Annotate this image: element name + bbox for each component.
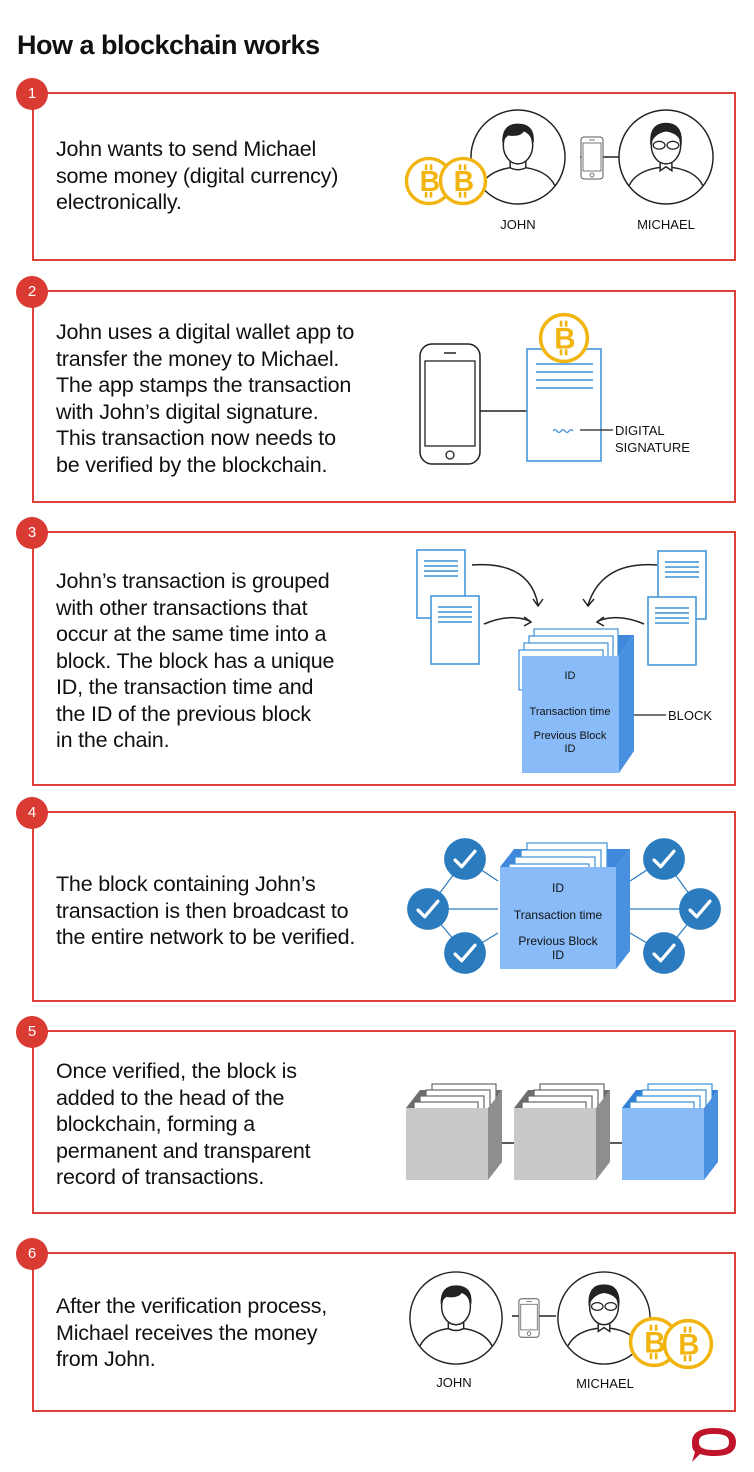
michael-label: MICHAEL xyxy=(576,1376,634,1391)
smartphone-icon xyxy=(580,136,604,180)
step-description: After the verification process, Michael … xyxy=(56,1294,328,1371)
john-label: JOHN xyxy=(436,1375,471,1390)
verified-node-check-icon xyxy=(678,887,722,931)
bitcoin-coin-icon xyxy=(662,1318,714,1370)
block-previous-id-label: ID xyxy=(565,743,576,755)
step-4: 4 The block containing John’s transactio… xyxy=(16,797,736,1002)
michael-avatar-icon xyxy=(618,109,714,205)
step-description: John wants to send Michael some money (d… xyxy=(56,137,339,214)
verified-node-check-icon xyxy=(443,931,487,975)
step-description: Once verified, the block is added to the… xyxy=(56,1059,311,1189)
digital-signature-label: DIGITAL xyxy=(615,423,665,438)
block-previous-id-label: Previous Block xyxy=(534,730,607,742)
digital-signature-label: SIGNATURE xyxy=(615,440,690,455)
step-2: 2 John uses a digital wallet app to tran… xyxy=(16,276,736,503)
john-avatar-icon xyxy=(409,1271,503,1365)
block-time-label: Transaction time xyxy=(530,706,611,718)
network-broadcast-illustration: ID Transaction time Previous Block ID xyxy=(406,837,722,975)
verified-node-check-icon xyxy=(406,887,450,931)
transaction-document-icon xyxy=(430,595,480,665)
step-number-badge: 1 xyxy=(16,78,48,110)
bitcoin-coin-icon xyxy=(438,156,488,206)
michael-receives-illustration: JOHN MICHAEL xyxy=(409,1271,714,1391)
arrows xyxy=(471,563,658,627)
step-number-badge: 4 xyxy=(16,797,48,829)
block-callout-label: BLOCK xyxy=(668,708,712,723)
transaction-document-icon xyxy=(647,596,697,666)
verified-node-check-icon xyxy=(642,931,686,975)
michael-label: MICHAEL xyxy=(637,217,695,232)
digital-wallet-illustration: DIGITAL SIGNATURE xyxy=(419,312,690,465)
block-grouping-illustration: ID Transaction time Previous Block ID BL… xyxy=(416,549,712,773)
step-number-badge: 6 xyxy=(16,1238,48,1270)
step-3: 3 John’s transaction is grouped with oth… xyxy=(16,517,736,786)
step-5: 5 Once verified, the block is added to t… xyxy=(16,1016,736,1214)
block-id-label: ID xyxy=(552,881,564,895)
page-title: How a blockchain works xyxy=(17,30,320,60)
john-label: JOHN xyxy=(500,217,535,232)
new-head-block-icon xyxy=(622,1083,718,1180)
step-number-badge: 2 xyxy=(16,276,48,308)
block-previous-id-label: Previous Block xyxy=(518,934,598,948)
john-sends-michael-illustration: JOHN MICHAEL xyxy=(404,109,714,232)
step-description: The block containing John’s transaction … xyxy=(56,872,356,949)
block-box-icon xyxy=(500,842,630,969)
transaction-document-icon xyxy=(526,348,602,462)
block-time-label: Transaction time xyxy=(514,908,603,922)
step-6: 6 After the verification process, Michae… xyxy=(16,1238,736,1412)
smartphone-icon xyxy=(518,1298,540,1338)
verified-node-check-icon xyxy=(443,837,487,881)
block-previous-id-label: ID xyxy=(552,948,564,962)
wallet-phone-icon xyxy=(419,343,481,465)
step-description: John’s transaction is grouped with other… xyxy=(56,569,335,752)
bitcoin-coin-icon xyxy=(538,312,590,364)
step-1: 1 John wants to send Michael some money … xyxy=(16,78,736,261)
step-description: John uses a digital wallet app to transf… xyxy=(56,320,355,477)
block-id-label: ID xyxy=(565,670,576,682)
speech-bubble-logo-icon xyxy=(692,1428,736,1462)
verified-node-check-icon xyxy=(642,837,686,881)
block-box-icon xyxy=(518,628,634,773)
step-number-badge: 3 xyxy=(16,517,48,549)
previous-block-icon xyxy=(514,1083,610,1180)
step-number-badge: 5 xyxy=(16,1016,48,1048)
blockchain-chain-illustration xyxy=(406,1083,718,1180)
previous-block-icon xyxy=(406,1083,502,1180)
